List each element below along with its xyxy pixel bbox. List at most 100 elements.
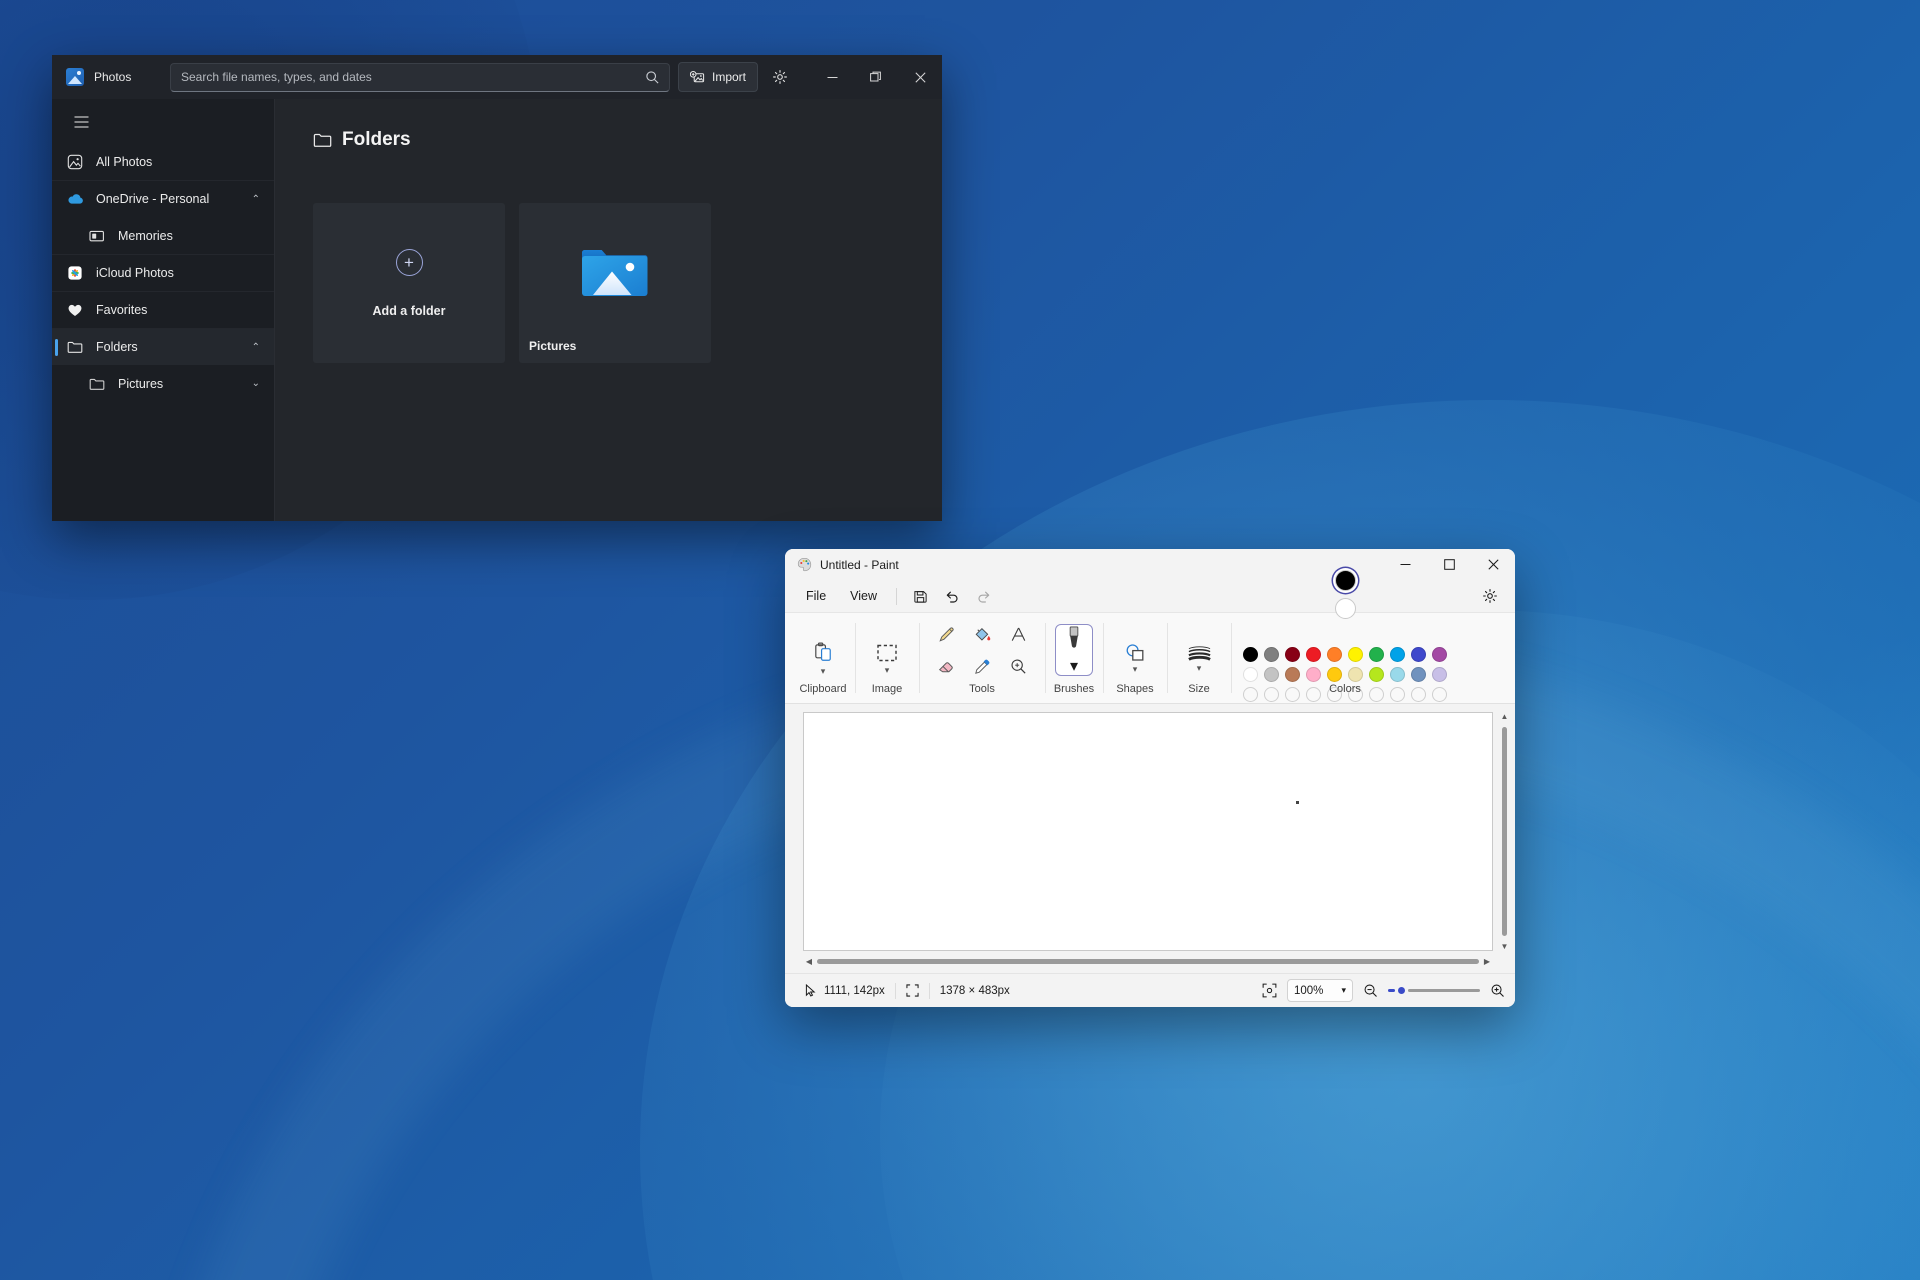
color-swatch[interactable] [1348, 647, 1363, 662]
photos-minimize-button[interactable] [810, 55, 854, 99]
zoom-level-select[interactable]: 100% ▾ [1287, 979, 1353, 1002]
color-swatch[interactable] [1411, 687, 1426, 702]
color-swatch[interactable] [1327, 647, 1342, 662]
shapes-button[interactable]: ▾ [1113, 635, 1157, 681]
redo-button[interactable] [969, 583, 999, 609]
primary-color-swatch[interactable] [1334, 570, 1356, 591]
sidebar-item-icloud-photos[interactable]: iCloud Photos [52, 254, 274, 291]
zoom-slider-knob[interactable] [1396, 985, 1407, 996]
color-swatch[interactable] [1264, 687, 1279, 702]
zoom-out-button[interactable] [1363, 983, 1378, 998]
chevron-right-icon[interactable]: ▶ [1481, 957, 1493, 966]
folder-icon [88, 377, 106, 391]
color-swatch[interactable] [1432, 647, 1447, 662]
folder-card-pictures[interactable]: Pictures [519, 203, 711, 363]
photos-close-button[interactable] [898, 55, 942, 99]
menu-file[interactable]: File [795, 583, 837, 609]
clipboard-button[interactable]: ▾ [801, 635, 845, 681]
color-swatch[interactable] [1390, 687, 1405, 702]
chevron-down-icon[interactable]: ▼ [1501, 942, 1509, 951]
color-swatch[interactable] [1306, 667, 1321, 682]
color-swatch[interactable] [1348, 667, 1363, 682]
paint-title-text: Untitled - Paint [820, 557, 899, 572]
paint-close-button[interactable] [1471, 549, 1515, 580]
magnifier-icon[interactable] [1003, 652, 1033, 680]
color-swatch[interactable] [1411, 667, 1426, 682]
sidebar-item-all-photos[interactable]: All Photos [52, 143, 274, 180]
chevron-up-icon[interactable]: ⌃ [252, 194, 260, 205]
menu-view[interactable]: View [839, 583, 888, 609]
hamburger-menu-button[interactable] [62, 105, 100, 139]
canvas-vertical-scrollbar[interactable]: ▲ ▼ [1498, 712, 1511, 951]
save-button[interactable] [905, 583, 935, 609]
page-title-text: Folders [342, 129, 411, 150]
color-swatch[interactable] [1243, 687, 1258, 702]
canvas-horizontal-scrollbar[interactable]: ◀ ▶ [803, 955, 1493, 968]
fill-bucket-icon[interactable] [967, 620, 997, 648]
color-swatch[interactable] [1285, 687, 1300, 702]
color-swatch[interactable] [1285, 667, 1300, 682]
zoom-in-button[interactable] [1490, 983, 1505, 998]
chevron-down-icon[interactable]: ⌄ [252, 378, 260, 389]
sidebar-item-memories[interactable]: Memories [52, 217, 274, 254]
color-swatch[interactable] [1432, 667, 1447, 682]
chevron-down-icon[interactable]: ▾ [1197, 664, 1202, 673]
color-swatch[interactable] [1390, 667, 1405, 682]
photos-restore-button[interactable] [854, 55, 898, 99]
chevron-down-icon[interactable]: ▾ [1133, 665, 1138, 674]
eraser-icon[interactable] [931, 652, 961, 680]
image-button[interactable]: ▾ [865, 635, 909, 681]
sidebar-item-pictures[interactable]: Pictures ⌄ [52, 365, 274, 402]
secondary-color-swatch[interactable] [1334, 598, 1356, 619]
color-swatch[interactable] [1264, 647, 1279, 662]
photos-settings-button[interactable] [764, 62, 796, 92]
color-picker-icon[interactable] [967, 652, 997, 680]
color-swatch[interactable] [1411, 647, 1426, 662]
fit-to-window-button[interactable] [1262, 983, 1277, 998]
brushes-button[interactable]: ▾ [1055, 624, 1093, 676]
color-swatch[interactable] [1369, 667, 1384, 682]
color-swatch[interactable] [1327, 667, 1342, 682]
color-swatch[interactable] [1390, 647, 1405, 662]
color-swatch[interactable] [1306, 687, 1321, 702]
import-button[interactable]: Import [677, 62, 758, 92]
sidebar-item-folders[interactable]: Folders ⌃ [52, 328, 274, 365]
heart-icon [66, 303, 84, 317]
paint-canvas[interactable] [803, 712, 1493, 951]
color-swatch[interactable] [1306, 647, 1321, 662]
color-swatch[interactable] [1369, 687, 1384, 702]
chevron-down-icon[interactable]: ▾ [821, 666, 826, 676]
sidebar-item-favorites[interactable]: Favorites [52, 291, 274, 328]
color-swatch[interactable] [1243, 647, 1258, 662]
pencil-icon[interactable] [931, 620, 961, 648]
selection-size-cell [896, 979, 929, 1003]
color-swatch[interactable] [1243, 667, 1258, 682]
text-icon[interactable] [1003, 620, 1033, 648]
sidebar-item-onedrive-personal[interactable]: OneDrive - Personal ⌃ [52, 180, 274, 217]
cursor-position-text: 1111, 142px [824, 984, 885, 997]
chevron-up-icon[interactable]: ▲ [1501, 712, 1509, 721]
search-box[interactable] [170, 62, 670, 92]
vertical-scroll-thumb[interactable] [1502, 727, 1507, 936]
size-button[interactable]: ▾ [1177, 635, 1221, 681]
color-swatch[interactable] [1264, 667, 1279, 682]
zoom-slider[interactable] [1388, 985, 1480, 996]
color-swatch[interactable] [1369, 647, 1384, 662]
chevron-down-icon[interactable]: ▾ [885, 666, 890, 675]
paint-settings-button[interactable] [1475, 583, 1505, 609]
chevron-down-icon[interactable]: ▾ [1341, 985, 1346, 996]
zoom-slider-track[interactable] [1408, 989, 1480, 992]
import-label: Import [711, 70, 746, 84]
horizontal-scroll-thumb[interactable] [817, 959, 1479, 964]
chevron-down-icon[interactable]: ▾ [1070, 656, 1078, 676]
paint-maximize-button[interactable] [1427, 549, 1471, 580]
chevron-up-icon[interactable]: ⌃ [252, 342, 260, 353]
paint-minimize-button[interactable] [1383, 549, 1427, 580]
color-swatch[interactable] [1432, 687, 1447, 702]
search-input[interactable] [181, 70, 659, 84]
color-swatch[interactable] [1285, 647, 1300, 662]
chevron-left-icon[interactable]: ◀ [803, 957, 815, 966]
undo-button[interactable] [937, 583, 967, 609]
add-folder-card[interactable]: + Add a folder [313, 203, 505, 363]
sidebar-item-label: All Photos [96, 154, 153, 169]
